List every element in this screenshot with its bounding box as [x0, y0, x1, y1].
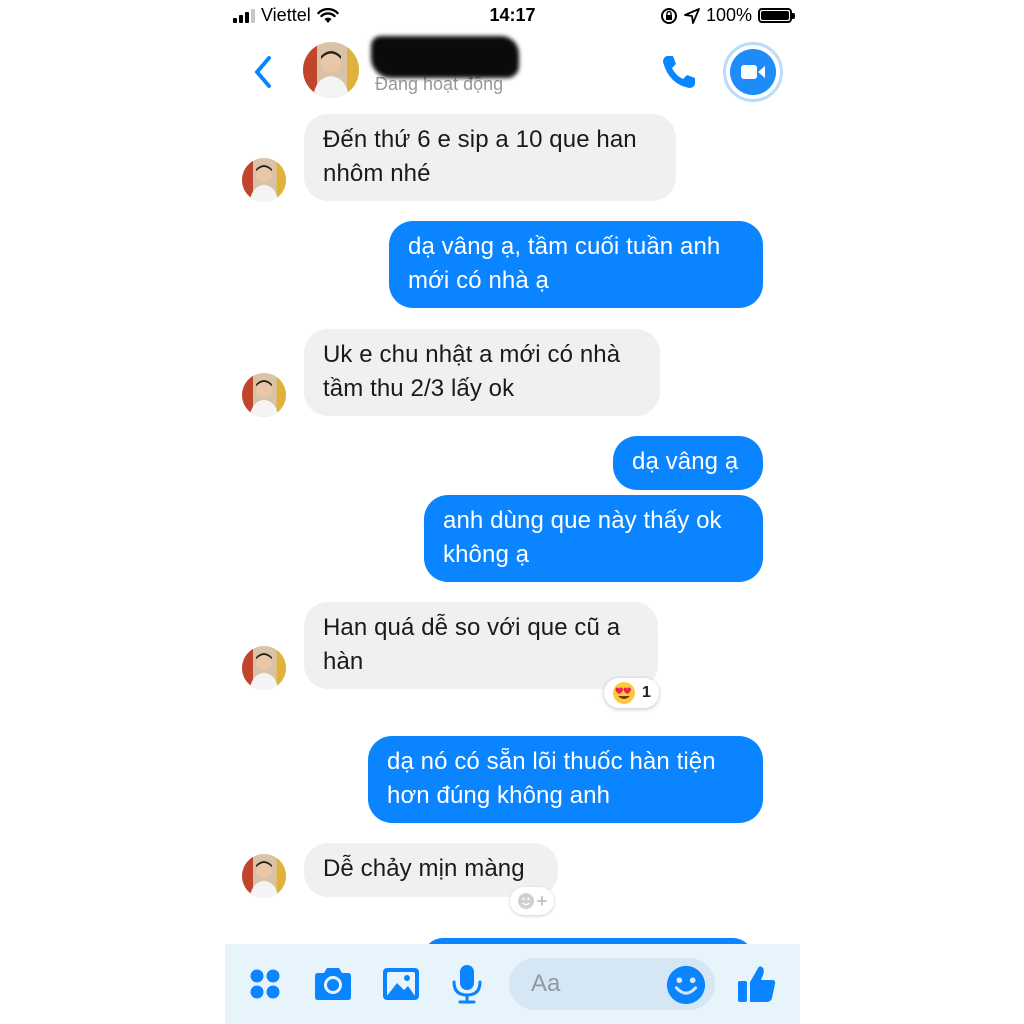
sender-avatar[interactable]: [242, 646, 286, 690]
message-input-placeholder: Aa: [531, 970, 561, 997]
message-line: Đến thứ 6 e sip a 10 que han: [323, 126, 637, 153]
smiley-outline-icon: [517, 893, 534, 909]
message-line: dạ vâng ạ: [632, 448, 739, 475]
composer-bar: Aa: [225, 944, 800, 1024]
message-incoming[interactable]: Uk e chu nhật a mới có nhà tầm thu 2/3 l…: [304, 329, 660, 416]
sender-avatar[interactable]: [242, 373, 286, 417]
battery-percent: 100%: [705, 5, 752, 25]
message-line: tầm thu 2/3 lấy ok: [323, 375, 515, 402]
apps-grid-icon[interactable]: [243, 962, 287, 1006]
message-outgoing[interactable]: dạ nó có sẵn lõi thuốc hàn tiện hơn đúng…: [368, 736, 763, 823]
name-redaction: [371, 36, 519, 78]
camera-icon[interactable]: [311, 962, 355, 1006]
message-outgoing[interactable]: anh dùng que này thấy ok không ạ: [424, 495, 763, 582]
message-incoming[interactable]: Đến thứ 6 e sip a 10 que han nhôm nhé: [304, 114, 676, 201]
contact-name: Ha: [371, 36, 519, 78]
message-reaction[interactable]: 1: [604, 678, 659, 708]
reaction-count: 1: [642, 684, 651, 701]
contact-avatar[interactable]: [303, 42, 359, 98]
video-call-button[interactable]: [723, 42, 783, 102]
message-line: dạ nó có sẵn lõi thuốc hàn tiện: [387, 748, 716, 775]
microphone-icon[interactable]: [445, 962, 489, 1006]
sender-avatar[interactable]: [242, 158, 286, 202]
message-outgoing[interactable]: dạ vâng ạ: [613, 436, 763, 490]
message-line: mới có nhà ạ: [408, 267, 550, 294]
contact-info[interactable]: Ha Đang hoạt động: [371, 36, 519, 95]
back-chevron-icon[interactable]: [249, 52, 279, 92]
message-line: hơn đúng không anh: [387, 782, 611, 809]
message-outgoing[interactable]: dạ vâng ạ, tầm cuối tuần anh mới có nhà …: [389, 221, 763, 308]
message-incoming[interactable]: Han quá dễ so với que cũ a hàn: [304, 602, 658, 689]
add-reaction-button[interactable]: +: [510, 887, 554, 915]
rotation-lock-icon: [660, 7, 677, 24]
conversation-header: Ha Đang hoạt động: [225, 32, 800, 112]
message-line: Han quá dễ so với que cũ a: [323, 614, 621, 641]
message-line: Uk e chu nhật a mới có nhà: [323, 341, 621, 368]
emoji-icon[interactable]: [665, 964, 707, 1006]
message-line: hàn: [323, 648, 364, 675]
message-line: Dễ chảy mịn màng: [323, 855, 525, 882]
message-line: dạ vâng ạ, tầm cuối tuần anh: [408, 233, 721, 260]
sender-avatar[interactable]: [242, 854, 286, 898]
messenger-screen: Viettel 14:17 100% Đang hoạt động Đến th…: [225, 0, 800, 1024]
phone-icon[interactable]: [657, 50, 701, 94]
add-reaction-plus: +: [536, 890, 548, 911]
message-line: không ạ: [443, 541, 530, 568]
gallery-icon[interactable]: [379, 962, 423, 1006]
location-arrow-icon: [684, 7, 700, 24]
battery-icon: [758, 8, 795, 23]
message-line: nhôm nhé: [323, 160, 431, 187]
thumbs-up-icon[interactable]: [735, 962, 779, 1006]
status-right: 100%: [660, 5, 795, 26]
status-bar: Viettel 14:17 100%: [225, 0, 800, 32]
message-line: anh dùng que này thấy ok: [443, 507, 722, 534]
video-camera-icon: [730, 49, 776, 95]
heart-eyes-emoji-icon: [613, 682, 635, 704]
